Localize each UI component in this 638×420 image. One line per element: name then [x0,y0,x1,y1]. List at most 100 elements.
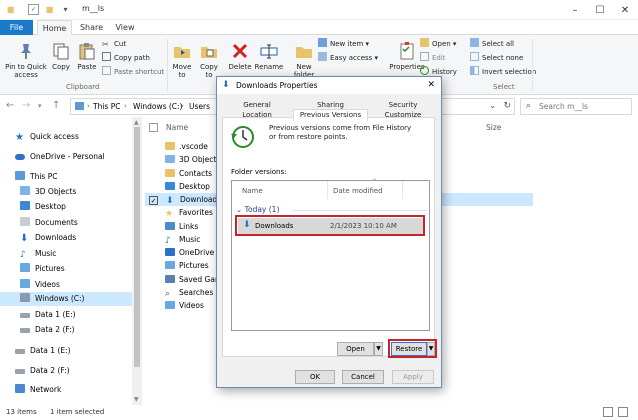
tab-file[interactable]: File [0,20,33,35]
edit-button[interactable]: Edit [420,52,446,64]
column-header-name[interactable]: Name [242,187,263,195]
apply-button[interactable]: Apply [392,370,434,384]
scroll-thumb[interactable] [134,127,140,367]
list-item[interactable]: Contacts [165,167,212,180]
invert-selection-button[interactable]: Invert selection [470,66,536,78]
paste-label: Paste [77,63,97,71]
breadcrumb-this-pc[interactable]: This PC [93,102,120,111]
scroll-down-icon[interactable]: ▼ [134,396,139,403]
nav-item-pictures[interactable]: Pictures [0,262,132,276]
nav-item-quick-access[interactable]: ★ Quick access [0,130,132,144]
nav-item-downloads[interactable]: ⬇ Downloads [0,231,132,245]
easy-access-button[interactable]: Easy access ▾ [318,52,378,64]
up-icon[interactable]: ↑ [52,100,60,111]
new-folder-icon[interactable]: ■ [44,4,55,15]
list-item[interactable]: Saved Gam [165,273,222,286]
new-item-button[interactable]: New item ▾ [318,38,369,50]
checkbox-icon[interactable]: ✓ [149,196,158,205]
ok-button[interactable]: OK [295,370,335,384]
select-all-button[interactable]: Select all [470,38,514,50]
refresh-icon[interactable]: ↻ [503,101,511,111]
list-item[interactable]: Links [165,220,198,233]
search-input[interactable]: ⌕ Search m__ls [520,98,632,115]
breadcrumb-users[interactable]: Users [189,102,210,111]
nav-item-network[interactable]: Network [0,383,132,397]
pin-button[interactable]: Pin to Quick access [4,41,48,79]
cancel-button[interactable]: Cancel [342,370,384,384]
star-icon: ★ [165,209,174,219]
nav-item-3d-objects[interactable]: 3D Objects [0,185,132,199]
list-item[interactable]: Pictures [165,259,209,272]
forward-icon[interactable]: → [22,100,30,111]
list-item[interactable]: Videos [165,299,204,312]
copy-path-button[interactable]: Copy path [102,52,150,64]
list-item[interactable]: ★ Favorites [165,206,213,219]
tab-previous-versions[interactable]: Previous Versions [293,109,368,121]
list-item[interactable]: 3D Objects [165,153,220,166]
copy-button[interactable]: Copy [49,41,73,71]
separator [327,181,328,199]
nav-item-onedrive[interactable]: OneDrive - Personal [0,150,132,164]
paste-shortcut-label: Paste shortcut [114,68,165,76]
nav-item-this-pc[interactable]: This PC [0,170,132,184]
open-button[interactable]: Open ▾ [420,38,456,50]
tab-security[interactable]: Security [368,100,438,110]
new-folder-button[interactable]: New folder [292,41,316,79]
cut-button[interactable]: ✂ Cut [102,38,126,50]
paste-button[interactable]: Paste [75,41,99,71]
minimize-icon[interactable]: – [565,2,585,18]
list-item[interactable]: Desktop [165,180,210,193]
copy-to-button[interactable]: Copy to [197,41,221,79]
nav-item-data2-f[interactable]: Data 2 (F:) [0,323,132,337]
delete-button[interactable]: Delete [227,41,253,71]
download-icon: ⬇ [222,80,230,90]
nav-item-music[interactable]: ♪ Music [0,247,132,261]
tab-view[interactable]: View [110,20,140,35]
move-to-button[interactable]: Move to [170,41,194,79]
group-header[interactable]: ⌄ Today (1) [236,205,279,214]
breadcrumb-windows-c[interactable]: Windows (C:) [133,102,182,111]
history-label: History [432,68,457,76]
column-header-size[interactable]: Size [486,123,501,132]
close-icon[interactable]: ✕ [427,80,435,90]
select-all-label: Select all [482,40,514,48]
nav-item-videos[interactable]: Videos [0,278,132,292]
rename-button[interactable]: Rename [254,41,284,71]
nav-label: 3D Objects [35,187,77,196]
nav-scrollbar[interactable]: ▲ ▼ [132,117,142,405]
large-icons-view-icon[interactable] [618,407,628,417]
nav-item-windows-c[interactable]: Windows (C:) [0,292,132,306]
chevron-down-icon[interactable]: ⌄ [489,101,496,110]
column-header-name[interactable]: Name [166,123,188,132]
status-bar: 13 items 1 item selected [0,405,638,420]
nav-item-data1-e[interactable]: Data 1 (E:) [0,308,132,322]
nav-item-data2-f-root[interactable]: Data 2 (F:) [0,364,132,378]
open-dropdown-icon[interactable]: ▼ [374,342,383,356]
recent-locations-icon[interactable]: ▾ [38,102,42,110]
nav-item-documents[interactable]: Documents [0,216,132,230]
dialog-title-bar: ⬇ Downloads Properties ✕ [217,77,441,94]
open-button[interactable]: Open [337,342,374,356]
properties-icon[interactable]: ✓ [28,4,39,15]
tab-home[interactable]: Home [37,20,72,36]
folder-icon [165,301,175,309]
link-icon [165,222,175,230]
nav-item-desktop[interactable]: Desktop [0,200,132,214]
tab-general[interactable]: General [221,100,293,110]
customize-qat-icon[interactable]: ▾ [60,4,71,15]
list-item[interactable]: OneDrive [165,246,214,259]
paste-shortcut-button[interactable]: Paste shortcut [102,66,164,78]
details-view-icon[interactable] [603,407,613,417]
select-none-button[interactable]: Select none [470,52,523,64]
list-item[interactable]: .vscode [165,140,208,153]
list-item[interactable]: ⌕ Searches [165,286,213,299]
column-header-date[interactable]: Date modified [333,187,383,195]
list-item[interactable]: ♪ Music [165,233,200,246]
tab-share[interactable]: Share [75,20,108,35]
select-all-checkbox[interactable] [149,123,158,132]
close-icon[interactable]: ✕ [615,2,635,18]
back-icon[interactable]: ← [6,100,14,111]
scroll-up-icon[interactable]: ▲ [134,119,139,126]
nav-item-data1-e-root[interactable]: Data 1 (E:) [0,344,132,358]
maximize-icon[interactable]: ☐ [590,2,610,18]
